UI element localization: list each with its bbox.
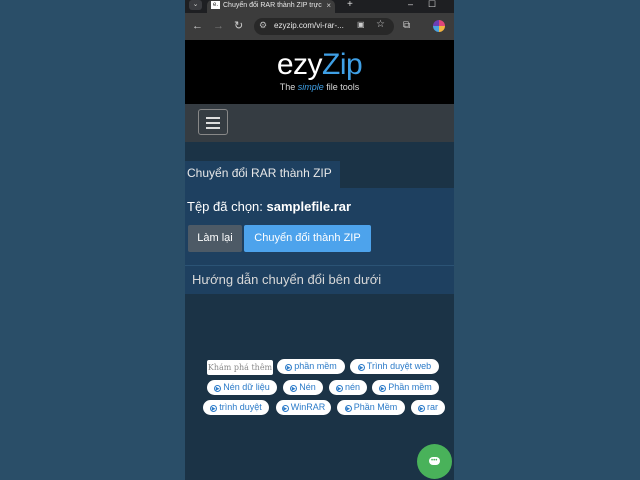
- tagline-after: file tools: [326, 82, 360, 92]
- tag-chip[interactable]: ▶ Phần mềm: [372, 380, 439, 395]
- selected-file-name: samplefile.rar: [266, 199, 352, 214]
- reload-icon[interactable]: ↻: [234, 19, 243, 33]
- tagline-before: The: [279, 82, 296, 92]
- tag-chip[interactable]: ▶ rar: [411, 400, 445, 415]
- tag-chip[interactable]: ▶ trình duyệt: [203, 400, 269, 415]
- profile-avatar-icon[interactable]: [433, 20, 445, 32]
- play-circle-icon: ▶: [418, 405, 425, 412]
- guide-heading[interactable]: Hướng dẫn chuyển đổi bên dưới: [185, 265, 454, 294]
- tag-chip-label: Phần mềm: [388, 382, 432, 392]
- tag-chip-label: WinRAR: [290, 402, 326, 412]
- page-title: Chuyển đổi RAR thành ZIP: [185, 161, 340, 188]
- tag-chip-label: Phần Mềm: [353, 402, 398, 412]
- tag-chip-label: phần mềm: [294, 361, 337, 371]
- site-header: ezyZip The simple file tools: [185, 40, 454, 104]
- bookmark-star-icon[interactable]: ☆: [376, 19, 385, 30]
- browser-tab[interactable]: e. Chuyển đổi RAR thành ZIP trực ×: [207, 0, 335, 13]
- tag-chip[interactable]: ▶ WinRAR: [276, 400, 331, 415]
- tag-chip[interactable]: ▶ Nén: [283, 380, 323, 395]
- site-info-icon[interactable]: ⚙: [259, 20, 267, 31]
- chat-dots-icon: •••: [431, 458, 438, 464]
- phone-screen: ⌄ e. Chuyển đổi RAR thành ZIP trực × + – …: [185, 0, 454, 480]
- url-text: ezyzip.com/vi-rar-...: [274, 21, 344, 30]
- tag-chip-label: nén: [344, 382, 361, 392]
- reset-button[interactable]: Làm lại: [188, 225, 242, 252]
- tag-chip[interactable]: ▶ nén: [329, 380, 367, 395]
- tab-search-icon[interactable]: ⌄: [189, 0, 202, 10]
- play-circle-icon: ▶: [344, 405, 352, 412]
- menu-hamburger-icon[interactable]: [198, 109, 228, 135]
- tag-chip[interactable]: ▶ Trình duyệt web: [350, 359, 439, 374]
- translate-icon[interactable]: ▣: [357, 20, 365, 29]
- logo-ezy: ezy: [276, 48, 323, 81]
- tag-chip-label: Trình duyệt web: [366, 361, 432, 371]
- play-circle-icon: ▶: [379, 385, 387, 392]
- new-tab-button[interactable]: +: [347, 0, 353, 10]
- selected-file-label: Tệp đã chọn:: [187, 199, 263, 214]
- tagline: The simple file tools: [185, 82, 454, 92]
- forward-icon[interactable]: →: [213, 19, 224, 33]
- address-bar[interactable]: ⚙ ezyzip.com/vi-rar-... ▣ ☆: [254, 18, 394, 35]
- close-tab-icon[interactable]: ×: [326, 0, 331, 11]
- play-circle-icon: ▶: [290, 385, 298, 392]
- play-circle-icon: ▶: [214, 385, 222, 392]
- tag-chip-label: trình duyệt: [219, 402, 262, 412]
- convert-to-zip-button[interactable]: Chuyển đổi thành ZIP: [244, 225, 371, 252]
- favicon-icon: e.: [211, 1, 220, 10]
- tag-chip[interactable]: ▶ Nén dữ liệu: [207, 380, 277, 395]
- maximize-button[interactable]: ☐: [428, 0, 436, 10]
- tag-chip-label: rar: [427, 402, 438, 412]
- browser-tab-bar: ⌄ e. Chuyển đổi RAR thành ZIP trực × + – …: [185, 0, 454, 13]
- play-circle-icon: ▶: [335, 385, 343, 392]
- ezyzip-logo[interactable]: ezyZip: [185, 48, 454, 82]
- tag-chip[interactable]: ▶ Phần Mềm: [337, 400, 405, 415]
- tab-title: Chuyển đổi RAR thành ZIP trực: [223, 2, 322, 9]
- selected-file-line: Tệp đã chọn: samplefile.rar: [187, 199, 351, 214]
- extensions-icon[interactable]: ⧉: [403, 20, 410, 31]
- back-icon[interactable]: ←: [192, 19, 203, 33]
- play-circle-icon: ▶: [281, 405, 289, 412]
- tagline-simple: simple: [297, 82, 324, 92]
- play-circle-icon: ▶: [210, 405, 218, 412]
- site-navbar: [185, 104, 454, 142]
- tag-chip-label: Nén dữ liệu: [223, 382, 270, 392]
- tag-chip-label: Nén: [299, 382, 316, 392]
- logo-zip: Zip: [322, 48, 363, 81]
- play-circle-icon: ▶: [285, 364, 293, 371]
- minimize-button[interactable]: –: [408, 0, 413, 9]
- explore-search-input[interactable]: Khám phá thêm: [207, 360, 273, 375]
- browser-toolbar: ← → ↻ ⚙ ezyzip.com/vi-rar-... ▣ ☆ ⧉: [185, 13, 454, 40]
- chat-button[interactable]: •••: [417, 444, 452, 479]
- tag-chip[interactable]: ▶ phần mềm: [277, 359, 345, 374]
- play-circle-icon: ▶: [357, 364, 365, 371]
